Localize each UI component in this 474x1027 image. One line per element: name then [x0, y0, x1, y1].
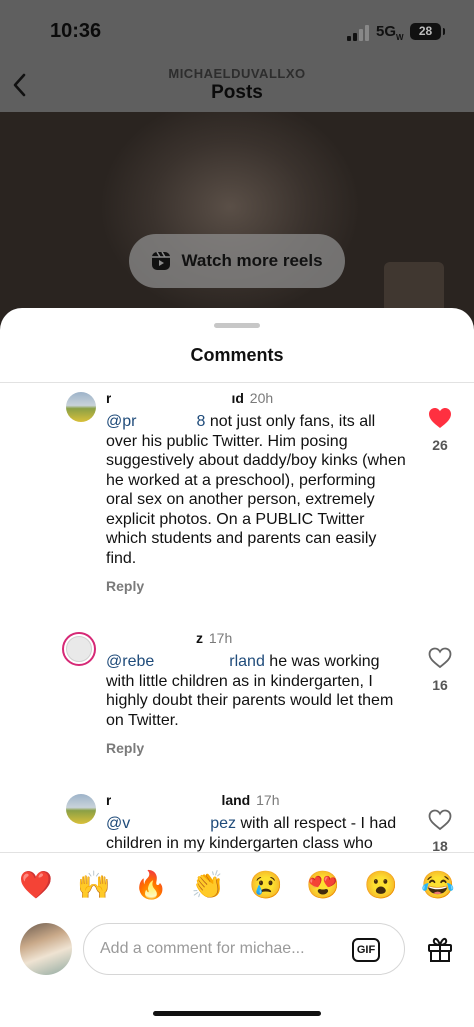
- mention-link[interactable]: @rebe rland: [106, 653, 265, 670]
- comment-text: @v pez with all respect - I had children …: [106, 815, 397, 852]
- mention-link[interactable]: @pr 8: [106, 413, 205, 430]
- emoji-clap-button[interactable]: 👏: [191, 870, 225, 900]
- watch-more-reels-button[interactable]: Watch more reels: [129, 234, 345, 288]
- comments-title: Comments: [190, 345, 284, 365]
- heart-icon[interactable]: [428, 407, 452, 429]
- page-title: Posts: [211, 82, 263, 103]
- current-user-avatar[interactable]: [20, 923, 72, 975]
- like-count: 26: [432, 437, 448, 453]
- emoji-surprised-button[interactable]: 😮: [364, 870, 398, 900]
- top-nav: MICHAELDUVALLXO Posts: [0, 60, 474, 112]
- emoji-laughing-button[interactable]: 😂: [421, 870, 455, 900]
- post-image[interactable]: [0, 112, 474, 340]
- status-time: 10:36: [50, 20, 102, 42]
- comment-composer: Add a comment for michae... GIF: [0, 918, 474, 988]
- emoji-quick-bar: ❤️ 🙌 🔥 👏 😢 😍 😮 😂: [0, 852, 474, 918]
- status-bar: 10:36 5GW 28: [0, 0, 474, 60]
- redaction: [111, 795, 222, 808]
- comment-time: 20h: [249, 390, 274, 406]
- account-name[interactable]: MICHAELDUVALLXO: [0, 66, 474, 81]
- comment-text: @rebe rland he was working with little ch…: [106, 653, 394, 729]
- comment-input[interactable]: Add a comment for michae... GIF: [83, 923, 405, 975]
- redaction: [111, 393, 232, 406]
- gift-icon[interactable]: [426, 935, 454, 963]
- comment-header: r land 17h: [106, 792, 280, 808]
- emoji-heart-eyes-button[interactable]: 😍: [306, 870, 340, 900]
- reels-icon: [152, 251, 171, 270]
- battery-icon: 28: [410, 23, 445, 40]
- heart-icon[interactable]: [428, 647, 452, 669]
- comment-header: z 17h: [106, 630, 232, 646]
- reply-button[interactable]: Reply: [106, 578, 144, 594]
- watch-more-reels-label: Watch more reels: [181, 251, 323, 270]
- like-count: 18: [432, 838, 448, 852]
- emoji-crying-button[interactable]: 😢: [249, 870, 283, 900]
- avatar[interactable]: [66, 392, 96, 422]
- comment-text: @pr 8 not just only fans, its all over hi…: [106, 413, 406, 567]
- comment-time: 17h: [208, 630, 233, 646]
- divider: [0, 382, 474, 383]
- emoji-raised-hands-button[interactable]: 🙌: [77, 870, 111, 900]
- heart-icon[interactable]: [428, 809, 452, 831]
- home-indicator[interactable]: [153, 1011, 321, 1016]
- comment-item: r land 17h @v pez with all respect - I had…: [0, 792, 474, 852]
- emoji-fire-button[interactable]: 🔥: [134, 870, 168, 900]
- like-count: 16: [432, 677, 448, 693]
- mention-link[interactable]: @v pez: [106, 815, 236, 832]
- gif-button[interactable]: GIF: [352, 938, 380, 962]
- comment-header: r ıd 20h: [106, 390, 274, 406]
- avatar[interactable]: [66, 794, 96, 824]
- network-label: 5GW: [376, 23, 404, 42]
- redaction: [106, 633, 196, 646]
- signal-icon: [347, 25, 369, 41]
- emoji-heart-button[interactable]: ❤️: [19, 870, 53, 900]
- reply-button[interactable]: Reply: [106, 740, 144, 756]
- post-background: 10:36 5GW 28 MICHAELDUVALLXO Posts Watch…: [0, 0, 474, 340]
- comment-item: r ıd 20h @pr 8 not just only fans, its all…: [0, 388, 474, 608]
- comment-input-placeholder: Add a comment for michae...: [100, 940, 305, 957]
- sheet-drag-handle[interactable]: [214, 323, 260, 328]
- comment-item: z 17h @rebe rland he was working with lit…: [0, 630, 474, 770]
- avatar[interactable]: [62, 632, 96, 666]
- comment-time: 17h: [256, 792, 280, 808]
